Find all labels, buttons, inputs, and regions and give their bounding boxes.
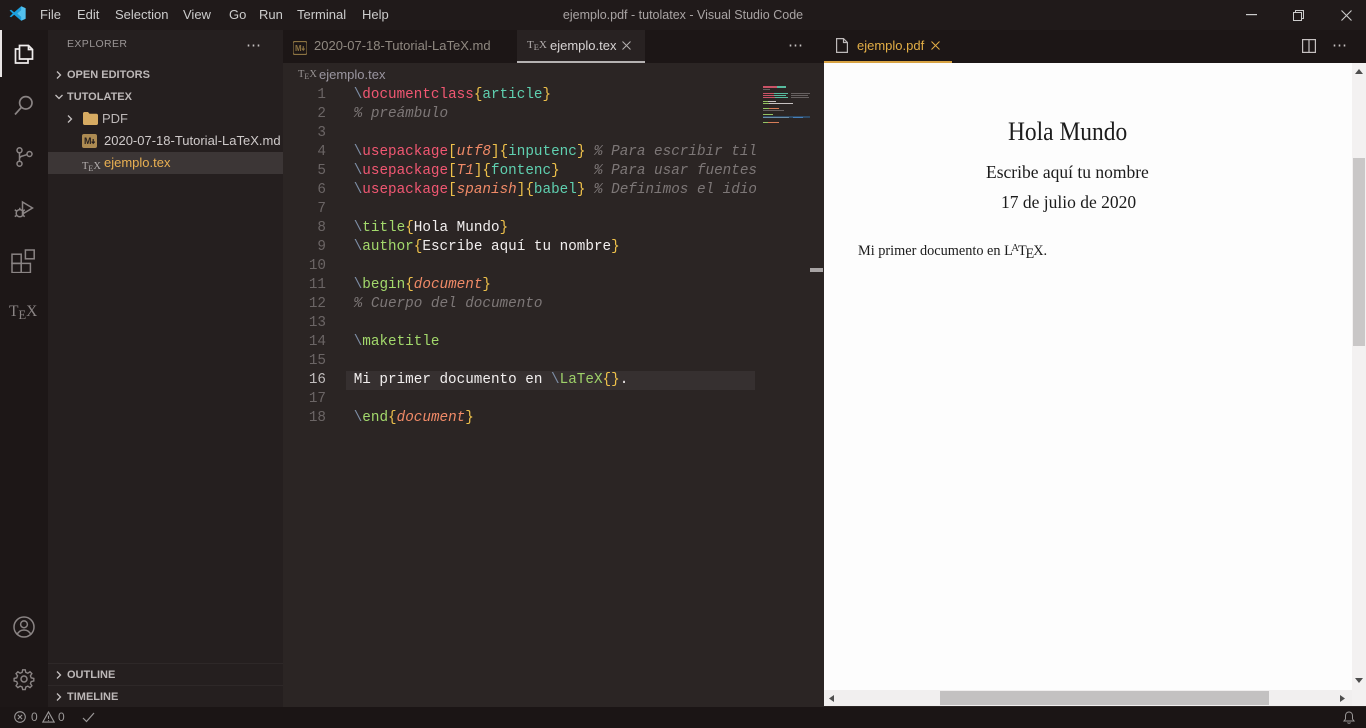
svg-text:M: M (295, 44, 302, 53)
svg-text:M: M (84, 136, 92, 146)
